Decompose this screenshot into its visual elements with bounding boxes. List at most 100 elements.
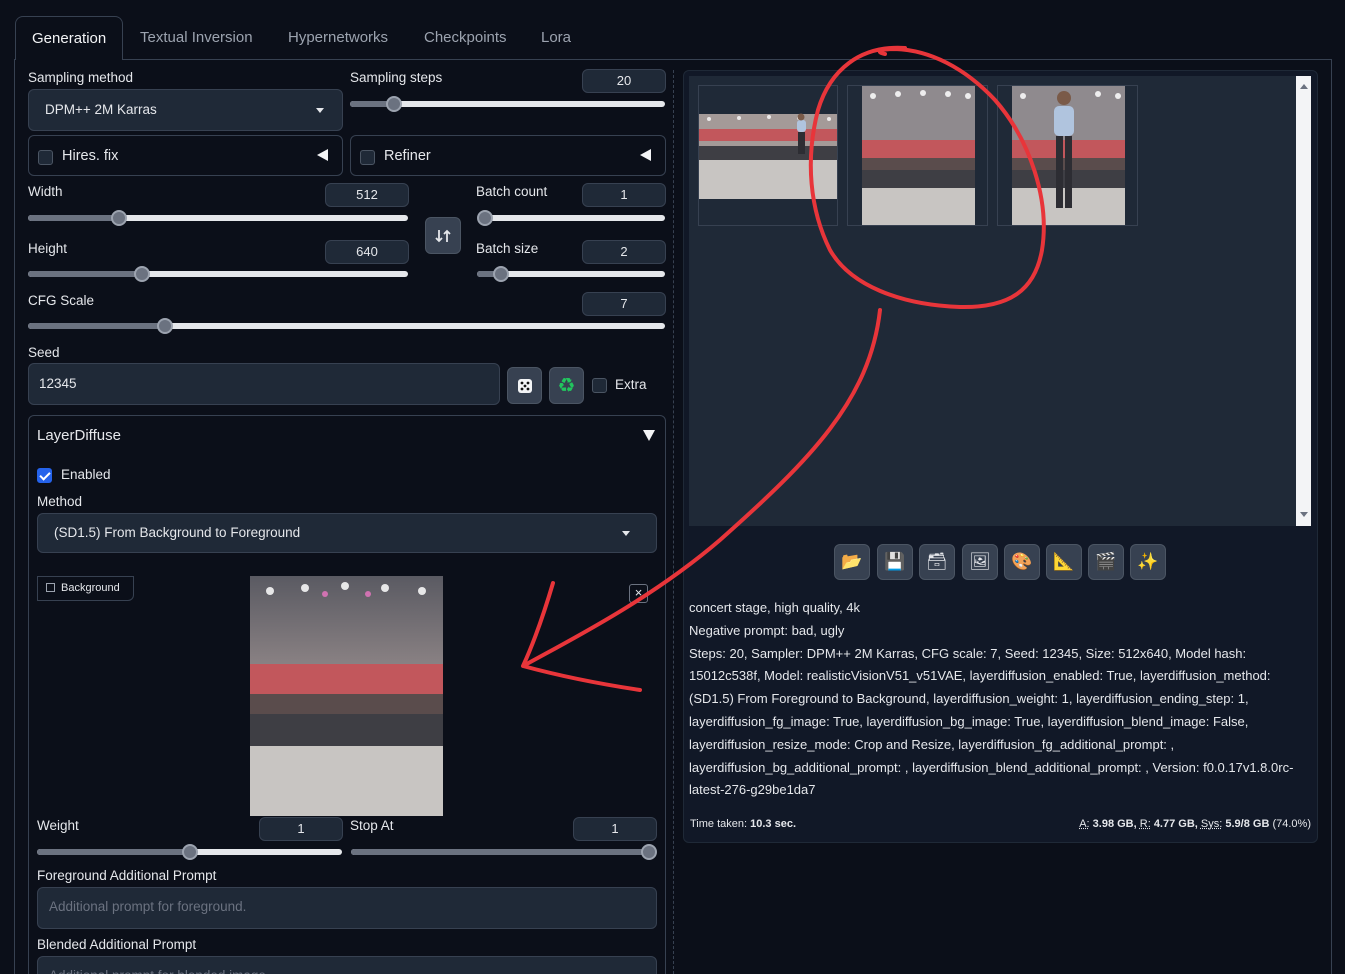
close-icon[interactable]: × (629, 584, 648, 603)
sampling-method-dropdown[interactable]: DPM++ 2M Karras (28, 89, 343, 131)
swap-dimensions-button[interactable] (425, 217, 461, 254)
batch-count-input[interactable]: 1 (582, 183, 666, 207)
batch-size-slider[interactable] (477, 271, 665, 277)
fg-prompt-label: Foreground Additional Prompt (37, 868, 216, 883)
enabled-label: Enabled (61, 467, 111, 482)
height-slider[interactable] (28, 271, 408, 277)
hires-fix-accordion[interactable]: Hires. fix (28, 135, 343, 176)
blend-prompt-label: Blended Additional Prompt (37, 937, 196, 952)
cfg-scale-label: CFG Scale (28, 293, 94, 308)
send-to-img2img-button[interactable]: 🖼 (962, 544, 998, 580)
info-prompt: concert stage, high quality, 4k (689, 597, 1314, 620)
stop-at-slider[interactable] (351, 849, 649, 855)
batch-size-label: Batch size (476, 241, 538, 256)
gallery-thumbnail-2[interactable] (847, 85, 988, 226)
seed-input[interactable]: 12345 (28, 363, 500, 405)
generation-info: concert stage, high quality, 4k Negative… (689, 597, 1314, 802)
sparkle-icon: ✨ (1137, 552, 1158, 572)
gallery-thumbnail-1[interactable] (698, 85, 838, 226)
refiner-accordion[interactable]: Refiner (350, 135, 666, 176)
upscale-button[interactable]: ✨ (1130, 544, 1166, 580)
fg-prompt-input[interactable]: Additional prompt for foreground. (37, 887, 657, 929)
sampling-steps-input[interactable]: 20 (582, 69, 666, 93)
sampling-steps-label: Sampling steps (350, 70, 442, 85)
sampling-method-value: DPM++ 2M Karras (45, 102, 157, 117)
info-params: Steps: 20, Sampler: DPM++ 2M Karras, CFG… (689, 643, 1314, 803)
column-divider (673, 70, 674, 974)
background-image-label: Background (37, 576, 134, 601)
gallery-thumbnail-3[interactable] (997, 85, 1138, 226)
layerdiffuse-title[interactable]: LayerDiffuse (37, 427, 121, 444)
weight-input[interactable]: 1 (259, 817, 343, 841)
vram-usage: A: 3.98 GB, R: 4.77 GB, Sys: 5.9/8 GB (7… (1079, 818, 1311, 830)
height-input[interactable]: 640 (325, 240, 409, 264)
batch-count-label: Batch count (476, 184, 547, 199)
stop-at-input[interactable]: 1 (573, 817, 657, 841)
send-to-extras-button[interactable]: 📐 (1046, 544, 1082, 580)
reuse-seed-button[interactable]: ♻ (549, 367, 584, 404)
sampling-steps-slider[interactable] (350, 101, 665, 107)
hires-fix-checkbox[interactable] (38, 150, 53, 165)
refiner-label: Refiner (384, 148, 431, 164)
tab-textual-inversion[interactable]: Textual Inversion (124, 16, 269, 60)
slider-thumb[interactable] (477, 210, 493, 226)
slider-thumb[interactable] (182, 844, 198, 860)
tab-lora[interactable]: Lora (525, 16, 587, 60)
info-negative-prompt: Negative prompt: bad, ugly (689, 620, 1314, 643)
time-taken: Time taken: 10.3 sec. (690, 818, 796, 830)
hires-fix-label: Hires. fix (62, 148, 118, 164)
collapse-arrow-icon[interactable] (643, 430, 655, 441)
palette-icon: 🎨 (1011, 552, 1032, 572)
background-image[interactable] (250, 576, 443, 816)
send-to-video-button[interactable]: 🎬 (1088, 544, 1124, 580)
cfg-scale-input[interactable]: 7 (582, 292, 666, 316)
chevron-down-icon (622, 531, 630, 536)
image-icon (46, 583, 55, 592)
weight-slider[interactable] (37, 849, 342, 855)
tab-hypernetworks[interactable]: Hypernetworks (272, 16, 404, 60)
width-label: Width (28, 184, 63, 199)
clapper-icon: 🎬 (1095, 552, 1116, 572)
batch-count-slider[interactable] (485, 215, 665, 221)
scroll-up-icon[interactable] (1300, 84, 1308, 89)
slider-thumb[interactable] (134, 266, 150, 282)
weight-label: Weight (37, 818, 79, 833)
send-to-inpaint-button[interactable]: 🎨 (1004, 544, 1040, 580)
cfg-scale-slider[interactable] (28, 323, 665, 329)
image-icon: 🖼 (969, 552, 991, 572)
method-dropdown[interactable]: (SD1.5) From Background to Foreground (37, 513, 657, 553)
height-label: Height (28, 241, 67, 256)
stop-at-label: Stop At (350, 818, 394, 833)
batch-size-input[interactable]: 2 (582, 240, 666, 264)
collapse-arrow-icon[interactable] (640, 149, 651, 161)
swap-arrows-icon (435, 228, 451, 244)
tab-bar: Generation Textual Inversion Hypernetwor… (0, 0, 1345, 60)
method-label: Method (37, 494, 82, 509)
collapse-arrow-icon[interactable] (317, 149, 328, 161)
slider-thumb[interactable] (386, 96, 402, 112)
extra-label: Extra (615, 377, 647, 392)
save-icon: 💾 (884, 552, 905, 572)
tab-generation[interactable]: Generation (15, 16, 123, 60)
open-folder-button[interactable]: 📂 (834, 544, 870, 580)
refiner-checkbox[interactable] (360, 150, 375, 165)
folder-icon: 📂 (841, 552, 862, 572)
tab-checkpoints[interactable]: Checkpoints (408, 16, 523, 60)
random-seed-button[interactable] (507, 367, 542, 404)
width-slider[interactable] (28, 215, 408, 221)
zip-icon: 🗃 (926, 552, 948, 572)
layerdiffuse-enabled-checkbox[interactable] (37, 468, 52, 483)
slider-thumb[interactable] (641, 844, 657, 860)
save-button[interactable]: 💾 (877, 544, 913, 580)
slider-thumb[interactable] (157, 318, 173, 334)
method-value: (SD1.5) From Background to Foreground (54, 525, 300, 540)
seed-label: Seed (28, 345, 60, 360)
extra-seed-checkbox[interactable] (592, 378, 607, 393)
blend-prompt-input[interactable]: Additional prompt for blended image. (37, 956, 657, 974)
gallery-scrollbar[interactable] (1296, 76, 1311, 526)
scroll-down-icon[interactable] (1300, 512, 1308, 517)
zip-button[interactable]: 🗃 (919, 544, 955, 580)
width-input[interactable]: 512 (325, 183, 409, 207)
chevron-down-icon (316, 108, 324, 113)
dice-icon (515, 376, 535, 396)
